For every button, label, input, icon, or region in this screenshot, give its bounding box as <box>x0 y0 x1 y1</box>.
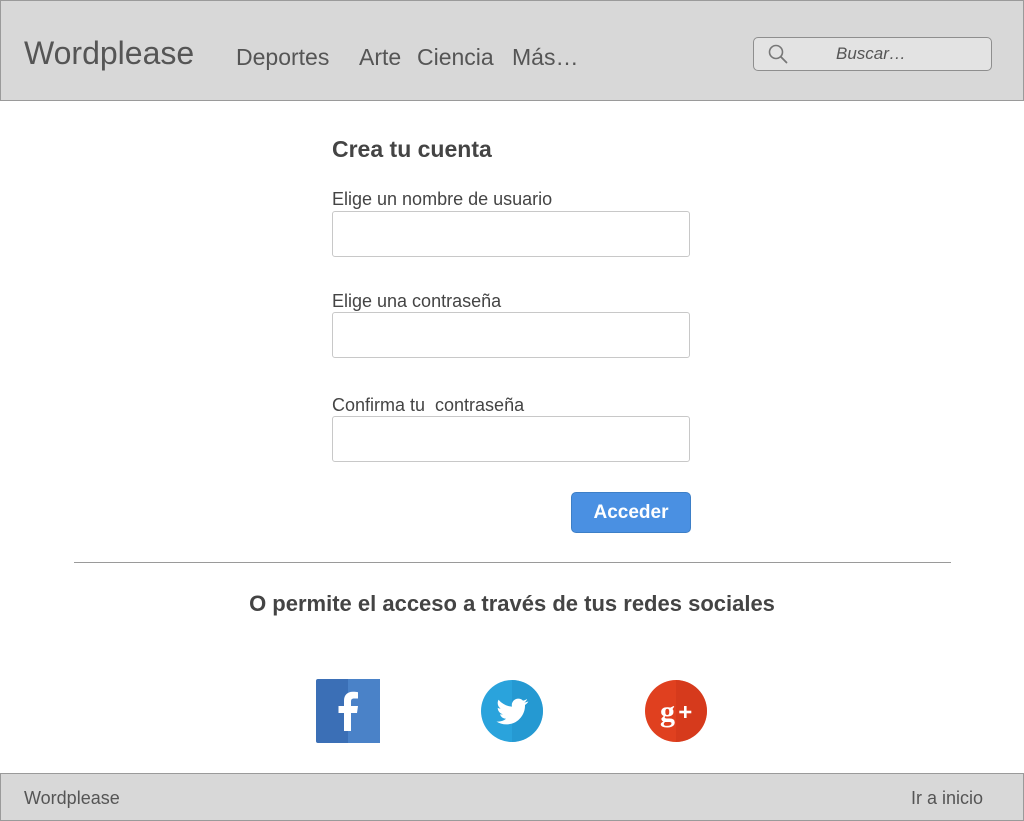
nav-item-deportes[interactable]: Deportes <box>236 42 329 72</box>
password-label: Elige una contraseña <box>332 291 502 311</box>
facebook-icon[interactable] <box>316 679 380 743</box>
google-plus-icon[interactable]: g <box>644 679 708 743</box>
form-title: Crea tu cuenta <box>332 136 492 162</box>
nav-item-mas[interactable]: Más… <box>512 42 578 72</box>
home-link[interactable]: Ir a inicio <box>911 787 983 809</box>
divider <box>74 562 951 563</box>
page: Wordplease Deportes Arte Ciencia Más… Cr… <box>0 0 1024 821</box>
nav-item-arte[interactable]: Arte <box>359 42 401 72</box>
social-heading: O permite el acceso a través de tus rede… <box>249 591 775 616</box>
brand-logo[interactable]: Wordplease <box>24 33 194 73</box>
search-icon <box>768 44 788 64</box>
confirm-password-label: Confirma tu contraseña <box>332 395 525 415</box>
header-bar: Wordplease Deportes Arte Ciencia Más… <box>0 0 1024 101</box>
footer-bar: Wordplease Ir a inicio <box>0 773 1024 821</box>
password-field[interactable] <box>332 312 690 358</box>
search-input[interactable] <box>802 38 982 70</box>
footer-brand: Wordplease <box>24 788 120 808</box>
username-label: Elige un nombre de usuario <box>332 189 553 209</box>
search-box[interactable] <box>753 37 992 71</box>
nav-item-ciencia[interactable]: Ciencia <box>417 42 494 72</box>
username-field[interactable] <box>332 211 690 257</box>
confirm-password-field[interactable] <box>332 416 690 462</box>
acceder-button[interactable]: Acceder <box>571 492 691 533</box>
twitter-icon[interactable] <box>480 679 544 743</box>
svg-text:g: g <box>660 695 675 728</box>
